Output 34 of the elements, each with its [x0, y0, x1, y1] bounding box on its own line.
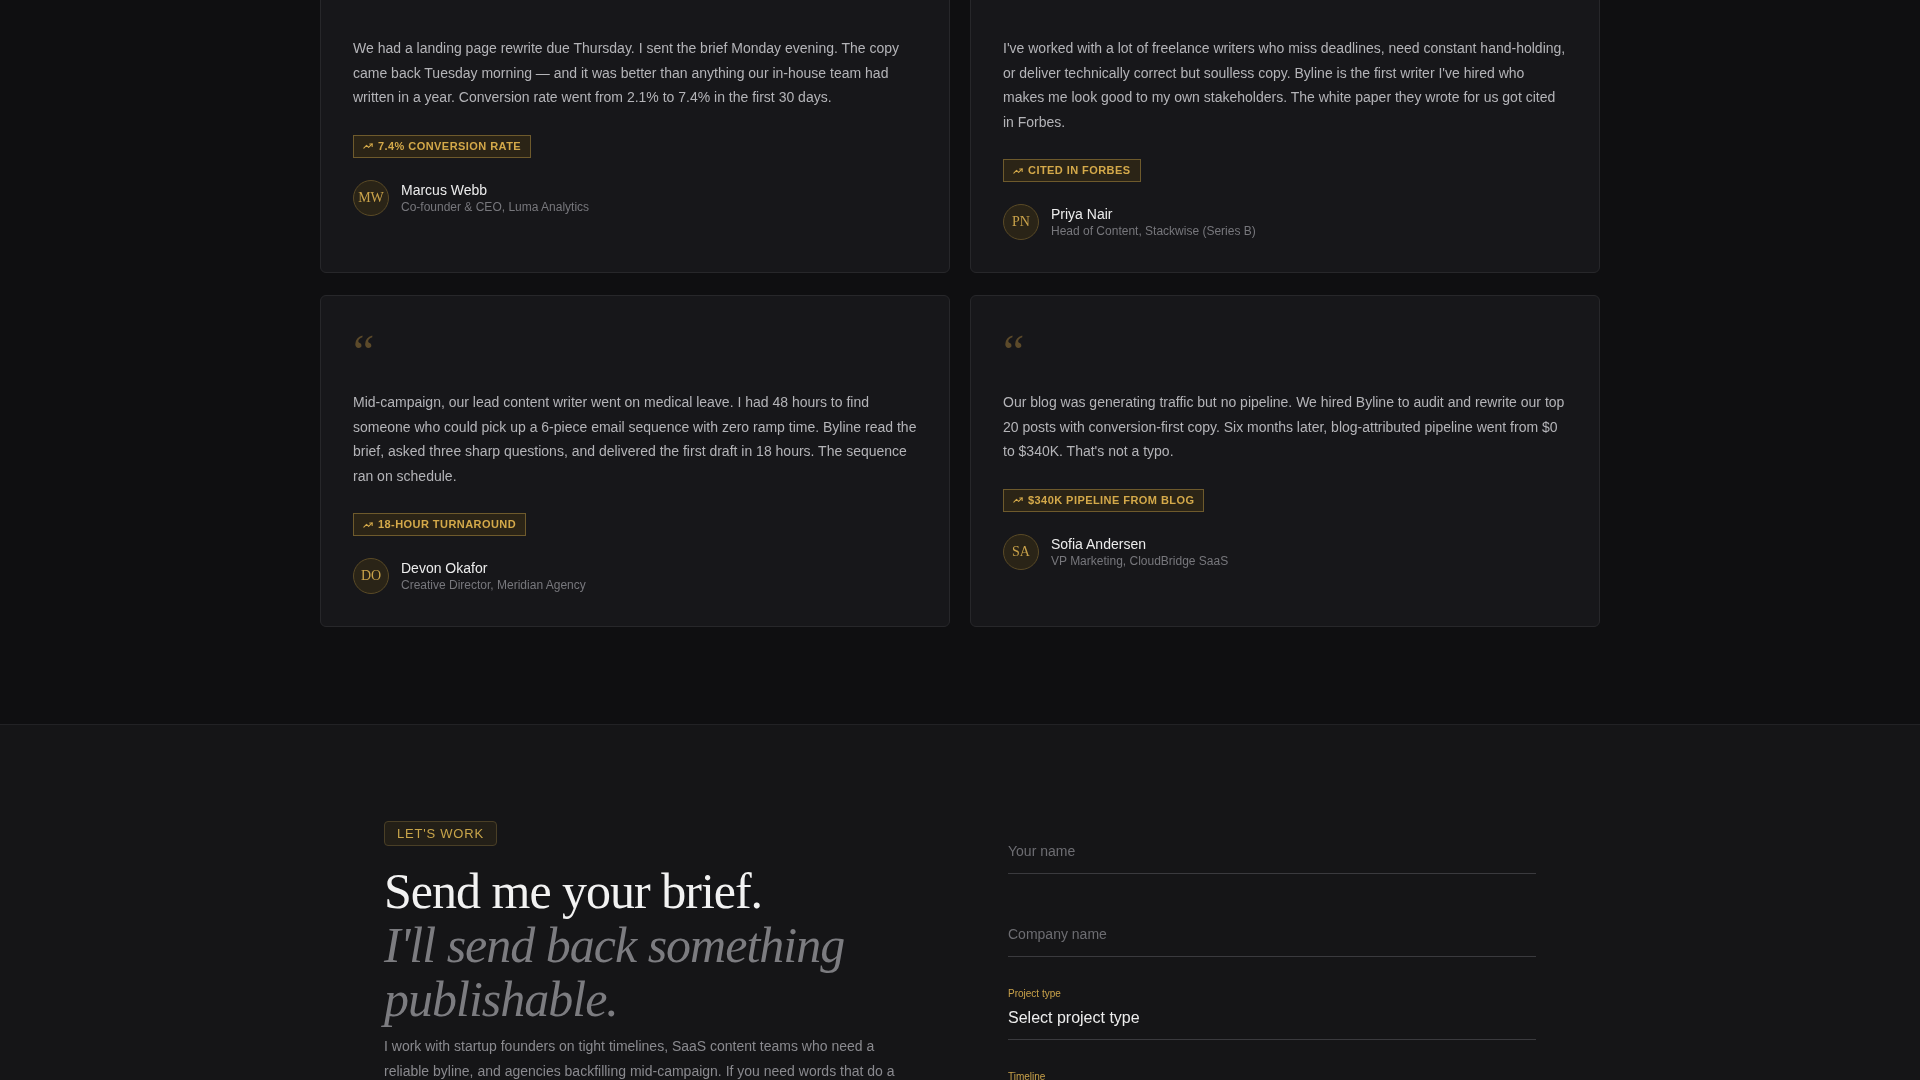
testimonial-quote: Mid-campaign, our lead content writer went on medical leave. I had 48 hours to find someone who could pick up a 6-piece email sequence with zero ramp time. Byline read the brief, asked three sharp questions, and delivered the first draft in 18 hours. The sequence ran on schedule. [353, 393, 917, 486]
select-field[interactable]: Select project type [1008, 1001, 1536, 1040]
author-avatar: PN [1003, 204, 1039, 240]
author-avatar: SA [1003, 533, 1039, 570]
quote-mark: “ [1003, 328, 1025, 376]
metric-text: $340K PIPELINE FROM BLOG [1028, 493, 1195, 507]
trend-up-icon [363, 519, 373, 530]
field-label: Project type [1008, 987, 1061, 1001]
author-name: Sofia Andersen [1051, 534, 1147, 553]
metric-text: CITED IN FORBES [1028, 164, 1131, 177]
testimonial-quote: We had a landing page rewrite due Thursday. I sent the brief Monday evening. The copy came back Tuesday morning — and it was better than anything our in-house team had written in a year. Conversion rate went from 2.1% to 7.4% in the first 30 days. [353, 39, 901, 107]
section-heading: Send me your brief. [384, 864, 764, 918]
testimonial-quote: Our blog was generating traffic but no pipeline. We hired Byline to audit and rewrite our top 20 posts with conversion-first copy. Six months later, blog-attributed pipeline went from $0 to $340K. That's not a typo. [1003, 393, 1566, 461]
author-avatar: MW [353, 179, 389, 216]
author-role: Creative Director, Meridian Agency [401, 577, 586, 593]
metric-text: 7.4% CONVERSION RATE [378, 139, 522, 153]
author-role: VP Marketing, CloudBridge SaaS [1051, 552, 1229, 569]
author-role: Head of Content, Stackwise (Series B) [1051, 223, 1256, 239]
eyebrow-badge: LET'S WORK [384, 821, 497, 846]
author-name: Devon Okafor [401, 559, 489, 577]
field-label: Timeline [1008, 1070, 1046, 1080]
author-name: Priya Nair [1051, 205, 1114, 223]
metric-text: 18-HOUR TURNAROUND [378, 518, 517, 531]
intro-paragraph: I work with startup founders on tight timelines, SaaS content teams who need a reliable byline, and agencies backfilling mid-campaign. If you need words that do a [384, 1037, 896, 1080]
trend-up-icon [1013, 495, 1023, 505]
text-input-field[interactable]: Your name [1008, 821, 1536, 874]
author-avatar: DO [353, 558, 389, 594]
trend-up-icon [363, 141, 373, 151]
testimonial-quote: I've worked with a lot of freelance writers who miss deadlines, need constant hand-holding, or deliver technically correct but soulless copy. Byline is the first writer I've hired who makes me look good to my own stakeholders. The white paper they wrote for us got cited in Forbes. [1003, 39, 1567, 132]
quote-mark: “ [353, 328, 375, 376]
author-name: Marcus Webb [401, 180, 489, 199]
text-input-field[interactable]: Company name [1008, 904, 1536, 957]
author-role: Co-founder & CEO, Luma Analytics [401, 198, 590, 215]
trend-up-icon [1013, 165, 1023, 176]
